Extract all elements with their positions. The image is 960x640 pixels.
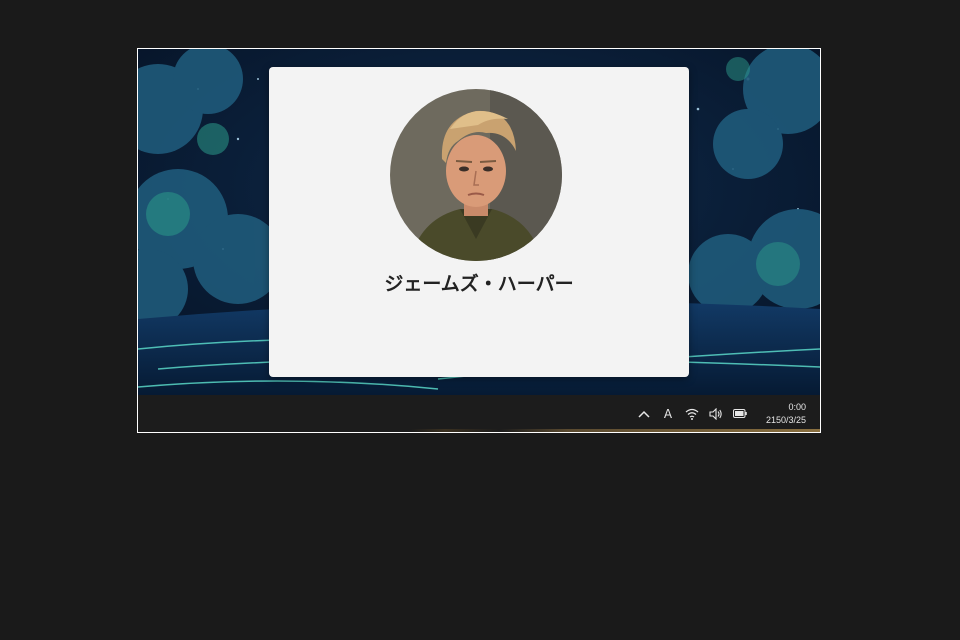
battery-icon[interactable] <box>728 402 752 426</box>
clock-time: 0:00 <box>788 401 806 412</box>
ime-indicator[interactable]: A <box>656 402 680 426</box>
desktop-screen: ジェームズ・ハーパー A 0:00 2150/3/25 <box>137 48 821 433</box>
user-name-label: ジェームズ・ハーパー <box>384 273 574 295</box>
speaker-icon[interactable] <box>704 402 728 426</box>
taskbar: A 0:00 2150/3/25 <box>138 395 820 432</box>
taskbar-clock[interactable]: 0:00 2150/3/25 <box>766 401 806 427</box>
system-tray: A 0:00 2150/3/25 <box>632 395 806 432</box>
login-card: ジェームズ・ハーパー <box>269 67 689 377</box>
taskbar-bottom-strip <box>138 429 820 432</box>
chevron-up-icon[interactable] <box>632 402 656 426</box>
user-avatar-portrait[interactable] <box>390 89 562 261</box>
wifi-icon[interactable] <box>680 402 704 426</box>
clock-date: 2150/3/25 <box>765 414 806 425</box>
avatar-illustration <box>390 89 562 261</box>
